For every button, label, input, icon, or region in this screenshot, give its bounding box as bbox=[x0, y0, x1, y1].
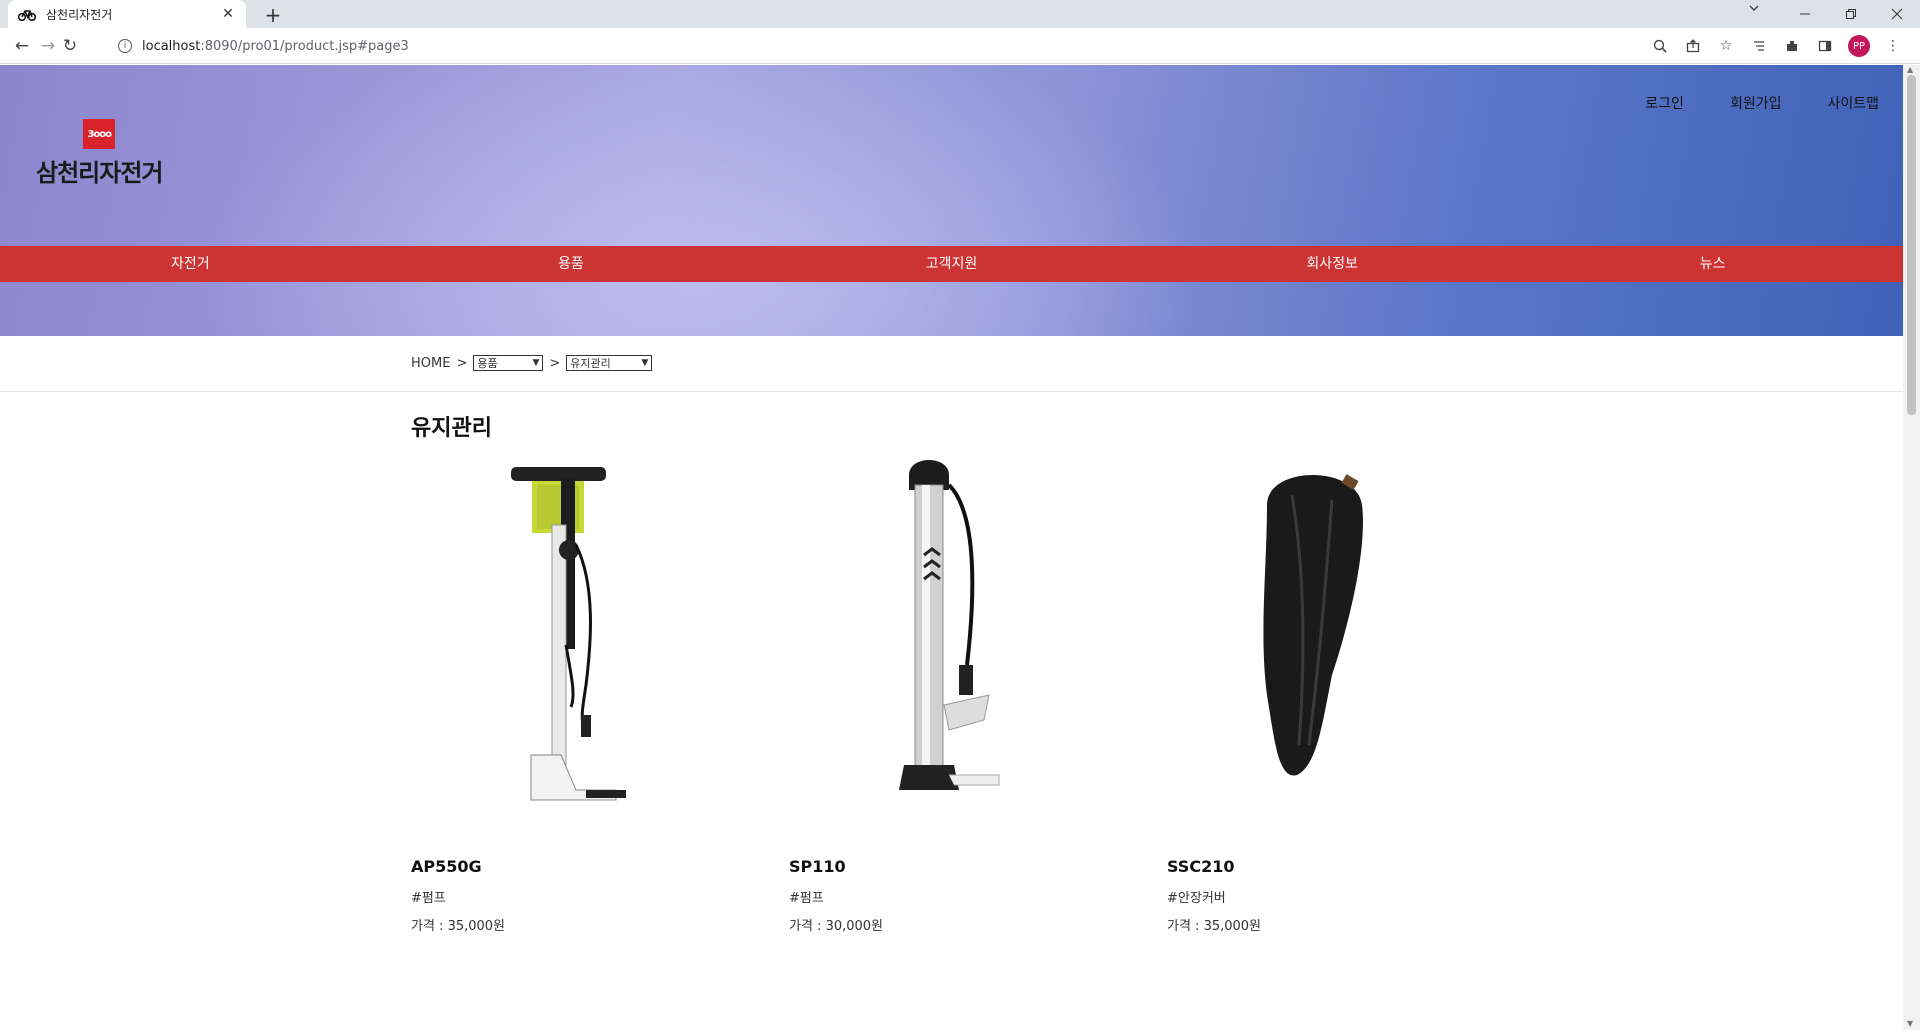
scroll-up-icon[interactable]: ▲ bbox=[1907, 65, 1913, 74]
product-name[interactable]: SSC210 bbox=[1167, 857, 1234, 876]
breadcrumb: HOME > 용품 ▼ > 유지관리 ▼ bbox=[411, 355, 653, 371]
utility-nav: 로그인 회원가입 사이트맵 bbox=[1645, 93, 1879, 113]
menu-item-news[interactable]: 뉴스 bbox=[1522, 246, 1903, 282]
url-path: :8090/pro01/product.jsp#page3 bbox=[200, 38, 409, 54]
product-tag: #펌프 bbox=[411, 891, 446, 906]
logo-mark: 3ooo bbox=[83, 119, 116, 149]
new-tab-button[interactable]: + bbox=[262, 3, 284, 27]
sitemap-link[interactable]: 사이트맵 bbox=[1827, 93, 1879, 113]
browser-tab[interactable]: 삼천리자전거 ✕ bbox=[8, 0, 246, 28]
product-price: 가격 : 30,000원 bbox=[789, 919, 884, 934]
product-price: 가격 : 35,000원 bbox=[411, 919, 506, 934]
product-tag: #펌프 bbox=[789, 891, 824, 906]
browser-tabbar: 삼천리자전거 ✕ + bbox=[0, 0, 1920, 28]
header-hero: 3ooo 삼천리자전거 로그인 회원가입 사이트맵 자전거 용품 고객지원 회사… bbox=[0, 65, 1903, 336]
login-link[interactable]: 로그인 bbox=[1645, 93, 1684, 113]
share-icon[interactable] bbox=[1683, 36, 1703, 56]
bicycle-icon bbox=[18, 7, 36, 21]
close-window-icon[interactable] bbox=[1874, 0, 1920, 28]
address-bar[interactable]: i localhost:8090/pro01/product.jsp#page3 bbox=[110, 32, 1450, 60]
divider bbox=[0, 391, 1903, 392]
zoom-icon[interactable] bbox=[1650, 36, 1670, 56]
bookmark-star-icon[interactable]: ☆ bbox=[1716, 36, 1736, 56]
reading-list-icon[interactable] bbox=[1749, 36, 1769, 56]
page-title: 유지관리 bbox=[411, 416, 492, 441]
product-name[interactable]: SP110 bbox=[789, 857, 846, 876]
product-image-floor-pump[interactable] bbox=[789, 445, 1119, 825]
product-image-saddle-cover[interactable] bbox=[1167, 445, 1497, 825]
menu-item-company[interactable]: 회사정보 bbox=[1142, 246, 1523, 282]
scrollbar-thumb[interactable] bbox=[1907, 75, 1916, 415]
breadcrumb-home[interactable]: HOME bbox=[411, 356, 450, 371]
product-price: 가격 : 35,000원 bbox=[1167, 919, 1262, 934]
side-panel-icon[interactable] bbox=[1815, 36, 1835, 56]
forward-arrow-icon[interactable]: → bbox=[38, 36, 58, 56]
browser-toolbar: ← → ↻ i localhost:8090/pro01/product.jsp… bbox=[0, 28, 1920, 64]
main-menu: 자전거 용품 고객지원 회사정보 뉴스 bbox=[0, 246, 1903, 282]
site-logo[interactable]: 3ooo 삼천리자전거 bbox=[36, 119, 163, 188]
reload-icon[interactable]: ↻ bbox=[60, 36, 80, 56]
menu-item-bicycle[interactable]: 자전거 bbox=[0, 246, 381, 282]
tab-title: 삼천리자전거 bbox=[46, 7, 113, 22]
product-name[interactable]: AP550G bbox=[411, 857, 482, 876]
breadcrumb-separator: > bbox=[549, 355, 561, 371]
back-arrow-icon[interactable]: ← bbox=[12, 36, 32, 56]
product-tag: #안장커버 bbox=[1167, 891, 1226, 906]
vertical-scrollbar[interactable]: ▲ ▼ bbox=[1903, 65, 1920, 1030]
menu-item-support[interactable]: 고객지원 bbox=[761, 246, 1142, 282]
product-card[interactable]: SP110 #펌프 가격 : 30,000원 bbox=[789, 445, 1119, 934]
logo-text: 삼천리자전거 bbox=[36, 159, 163, 187]
product-image-floor-pump[interactable] bbox=[411, 445, 741, 825]
category-select-value: 용품 bbox=[477, 357, 498, 370]
info-icon[interactable]: i bbox=[118, 39, 132, 53]
category-select[interactable]: 용품 ▼ bbox=[473, 355, 544, 371]
menu-item-accessories[interactable]: 용품 bbox=[381, 246, 762, 282]
breadcrumb-separator: > bbox=[456, 355, 468, 371]
profile-avatar[interactable]: PP bbox=[1848, 35, 1870, 57]
extensions-icon[interactable] bbox=[1782, 36, 1802, 56]
url-host: localhost bbox=[142, 38, 201, 54]
minimize-icon[interactable] bbox=[1782, 0, 1828, 28]
product-card[interactable]: AP550G #펌프 가격 : 35,000원 bbox=[411, 445, 741, 934]
product-card[interactable]: SSC210 #안장커버 가격 : 35,000원 bbox=[1167, 445, 1497, 934]
page-viewport: 3ooo 삼천리자전거 로그인 회원가입 사이트맵 자전거 용품 고객지원 회사… bbox=[0, 65, 1903, 1030]
signup-link[interactable]: 회원가입 bbox=[1730, 93, 1782, 113]
restore-icon[interactable] bbox=[1828, 0, 1874, 28]
chevron-down-icon: ▼ bbox=[532, 358, 540, 368]
chevron-down-icon: ▼ bbox=[641, 358, 649, 368]
scroll-down-icon[interactable]: ▼ bbox=[1907, 1019, 1913, 1028]
close-tab-icon[interactable]: ✕ bbox=[220, 6, 236, 22]
tab-search-icon[interactable] bbox=[1748, 2, 1760, 17]
more-menu-icon[interactable]: ⋮ bbox=[1883, 36, 1903, 56]
subcategory-select-value: 유지관리 bbox=[570, 357, 611, 370]
subcategory-select[interactable]: 유지관리 ▼ bbox=[566, 355, 653, 371]
